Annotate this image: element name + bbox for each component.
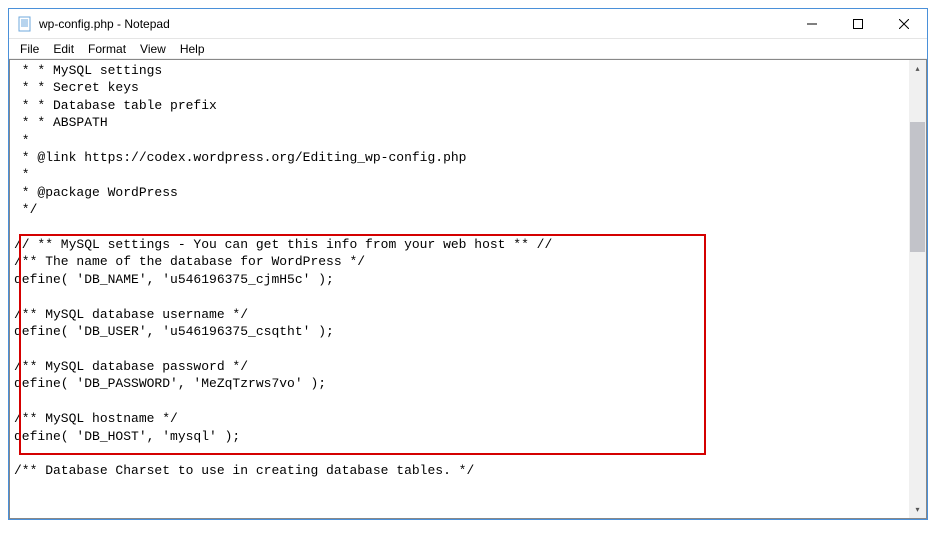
code-line: define( 'DB_USER', 'u546196375_csqtht' )… [14, 323, 905, 340]
maximize-button[interactable] [835, 9, 881, 38]
code-line [14, 445, 905, 462]
code-line: * [14, 132, 905, 149]
menu-edit[interactable]: Edit [46, 41, 81, 57]
code-line: define( 'DB_NAME', 'u546196375_cjmH5c' )… [14, 271, 905, 288]
code-line: define( 'DB_HOST', 'mysql' ); [14, 428, 905, 445]
menu-help[interactable]: Help [173, 41, 212, 57]
code-line [14, 219, 905, 236]
code-line: /** MySQL database username */ [14, 306, 905, 323]
code-line: * * Database table prefix [14, 97, 905, 114]
scroll-down-button[interactable]: ▾ [909, 501, 926, 518]
titlebar[interactable]: wp-config.php - Notepad [9, 9, 927, 39]
scroll-up-button[interactable]: ▴ [909, 60, 926, 77]
minimize-button[interactable] [789, 9, 835, 38]
menubar: File Edit Format View Help [9, 39, 927, 59]
code-line: /** MySQL hostname */ [14, 410, 905, 427]
notepad-icon [17, 16, 33, 32]
code-line: define( 'DB_PASSWORD', 'MeZqTzrws7vo' ); [14, 375, 905, 392]
close-button[interactable] [881, 9, 927, 38]
window-title: wp-config.php - Notepad [39, 17, 789, 31]
code-line: * * Secret keys [14, 79, 905, 96]
code-line: * * ABSPATH [14, 114, 905, 131]
notepad-window: wp-config.php - Notepad File Edit Format… [8, 8, 928, 520]
code-line [14, 288, 905, 305]
menu-file[interactable]: File [13, 41, 46, 57]
code-line: * * MySQL settings [14, 62, 905, 79]
text-editor[interactable]: * * MySQL settings * * Secret keys * * D… [10, 60, 909, 518]
code-line: * [14, 166, 905, 183]
editor-area: * * MySQL settings * * Secret keys * * D… [9, 59, 927, 519]
maximize-icon [853, 19, 863, 29]
code-line: /** Database Charset to use in creating … [14, 462, 905, 479]
code-line [14, 341, 905, 358]
code-line: */ [14, 201, 905, 218]
chevron-up-icon: ▴ [915, 64, 919, 73]
menu-format[interactable]: Format [81, 41, 133, 57]
window-controls [789, 9, 927, 38]
menu-view[interactable]: View [133, 41, 173, 57]
vertical-scrollbar[interactable]: ▴ ▾ [909, 60, 926, 518]
close-icon [899, 19, 909, 29]
code-line: /** The name of the database for WordPre… [14, 253, 905, 270]
code-line: * @link https://codex.wordpress.org/Edit… [14, 149, 905, 166]
minimize-icon [807, 19, 817, 29]
code-line: * @package WordPress [14, 184, 905, 201]
chevron-down-icon: ▾ [915, 505, 919, 514]
code-line: // ** MySQL settings - You can get this … [14, 236, 905, 253]
scrollbar-thumb[interactable] [910, 122, 925, 252]
code-line [14, 393, 905, 410]
code-line: /** MySQL database password */ [14, 358, 905, 375]
